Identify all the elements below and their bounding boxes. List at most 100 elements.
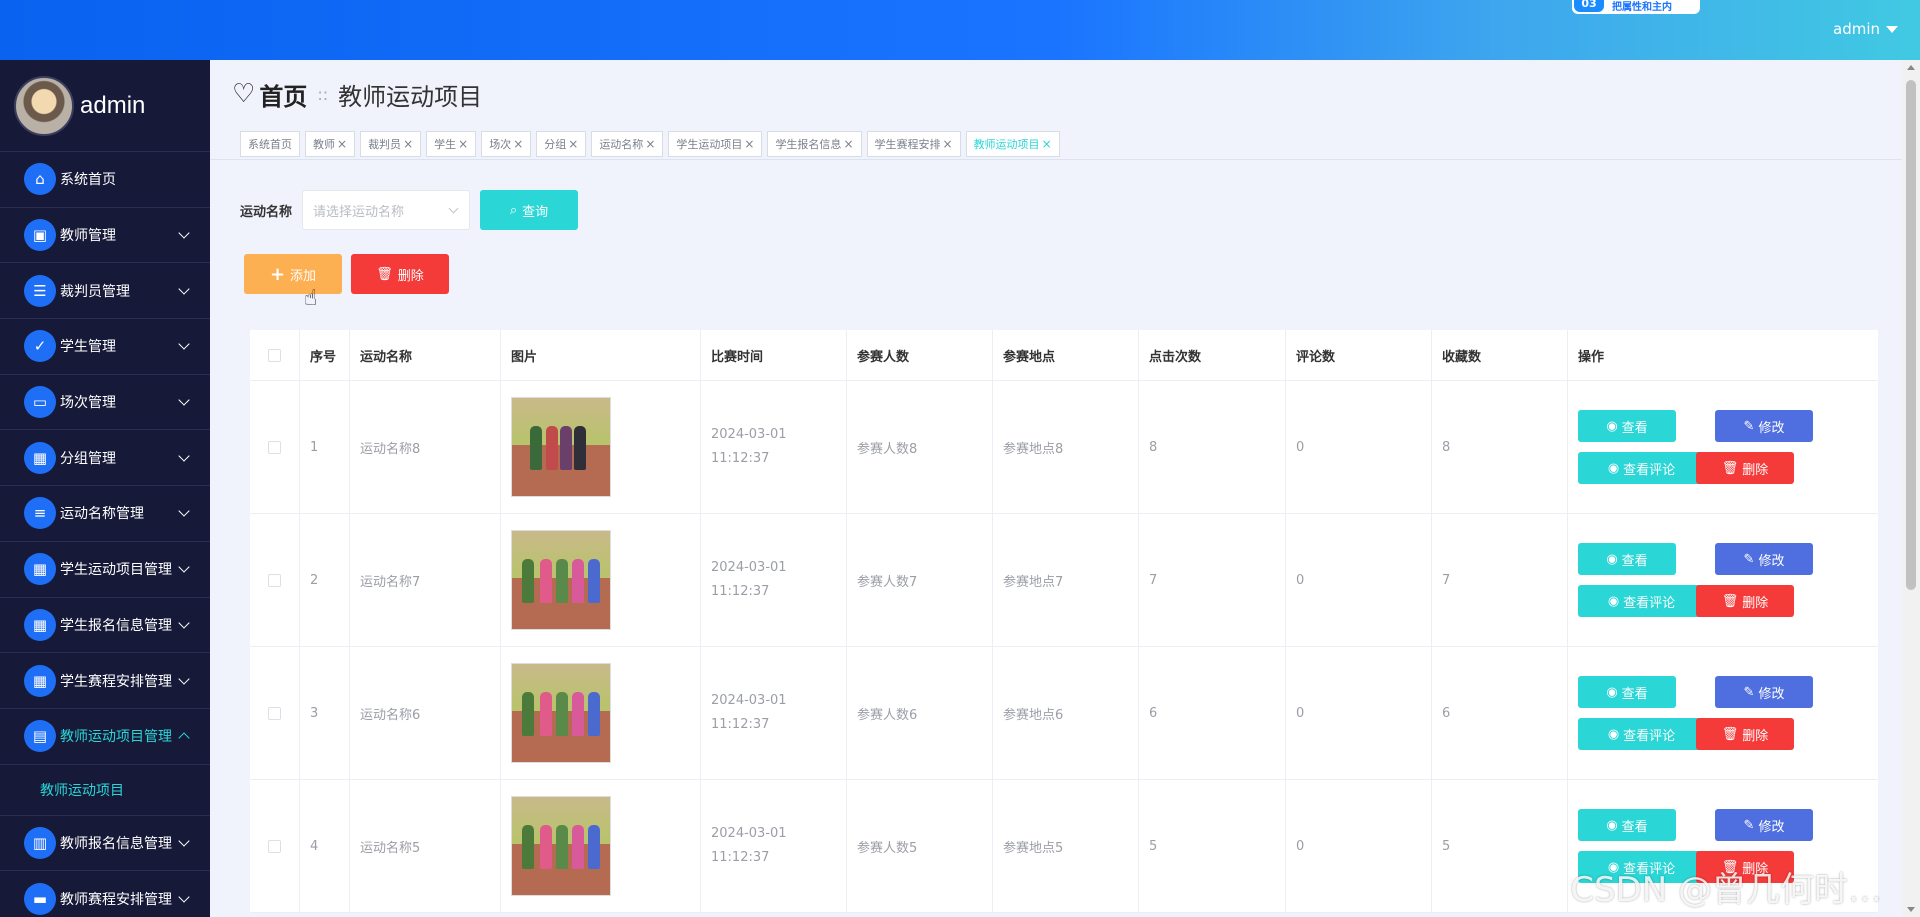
- tag-label: 分组: [544, 137, 567, 151]
- view-button[interactable]: ◉ 查看: [1578, 410, 1676, 442]
- edit-button[interactable]: ✎ 修改: [1715, 543, 1813, 575]
- badge-icon: 03: [1574, 0, 1604, 12]
- close-icon[interactable]: ×: [645, 137, 655, 151]
- tab-tag-3[interactable]: 学生 ×: [426, 130, 477, 157]
- photo-runner: [588, 559, 600, 603]
- sidebar-item-1[interactable]: ▣ 教师管理: [0, 208, 210, 264]
- tag-label: 运动名称: [599, 137, 644, 151]
- close-icon[interactable]: ×: [403, 137, 413, 151]
- close-icon[interactable]: ×: [943, 137, 953, 151]
- edit-button-label: 修改: [1758, 553, 1785, 569]
- edit-button[interactable]: ✎ 修改: [1715, 676, 1813, 708]
- plus-icon: +: [269, 263, 286, 285]
- view-button[interactable]: ◉ 查看: [1578, 676, 1676, 708]
- sidebar-item-7[interactable]: ▦ 学生运动项目管理: [0, 542, 210, 598]
- view-button-label: 查看: [1621, 420, 1648, 436]
- row-checkbox[interactable]: [268, 573, 281, 587]
- sidebar-item-10[interactable]: ▤ 教师运动项目管理: [0, 709, 210, 765]
- edit-button-label: 修改: [1758, 819, 1785, 835]
- breadcrumb-home[interactable]: 首页: [259, 77, 307, 112]
- sidebar-item-5[interactable]: ▦ 分组管理: [0, 430, 210, 487]
- user-menu[interactable]: admin: [1833, 20, 1898, 38]
- add-button[interactable]: + 添加: [244, 254, 342, 294]
- view-button[interactable]: ◉ 查看: [1578, 809, 1676, 841]
- tab-tag-10[interactable]: 教师运动项目 ×: [965, 130, 1060, 157]
- sidebar-item-3[interactable]: ✓ 学生管理: [0, 319, 210, 375]
- view-comments-button[interactable]: ◉ 查看评论: [1578, 718, 1705, 750]
- sidebar-item-4[interactable]: ▭ 场次管理: [0, 375, 210, 431]
- tab-tag-2[interactable]: 裁判员 ×: [360, 130, 422, 157]
- eye-icon: ◉: [1606, 684, 1618, 700]
- cell-image: [501, 381, 701, 513]
- sidebar-item-12[interactable]: ▬ 教师赛程安排管理: [0, 871, 210, 917]
- query-button[interactable]: ⌕ 查询: [480, 190, 579, 230]
- page-title: 教师运动项目: [338, 82, 483, 111]
- scroll-up-icon[interactable]: [1907, 65, 1915, 70]
- tag-label: 教师: [313, 137, 335, 151]
- sidebar-item-label: 学生管理: [60, 339, 116, 356]
- close-icon[interactable]: ×: [568, 137, 578, 151]
- view-comments-button[interactable]: ◉ 查看评论: [1578, 452, 1705, 484]
- checkbox-cell: [250, 514, 300, 646]
- close-icon[interactable]: ×: [458, 137, 468, 151]
- scrollbar[interactable]: [1902, 60, 1920, 917]
- sidebar-item-9[interactable]: ▦ 学生赛程安排管理: [0, 653, 210, 709]
- close-icon[interactable]: ×: [1042, 137, 1052, 151]
- avatar[interactable]: [14, 75, 74, 136]
- photo-runner: [556, 692, 568, 736]
- sidebar-item-11[interactable]: ▥ 教师报名信息管理: [0, 816, 210, 872]
- cell-time: 2024-03-01 11:12:37: [701, 381, 847, 513]
- grid-icon: ▦: [24, 441, 56, 474]
- edit-button[interactable]: ✎ 修改: [1715, 809, 1813, 841]
- grid-icon: ▦: [24, 608, 56, 641]
- delete-button[interactable]: 🗑 删除: [1696, 452, 1794, 484]
- sport-name-select[interactable]: 请选择运动名称: [302, 190, 471, 230]
- sport-photo: [511, 397, 611, 497]
- cell-index: 2: [300, 514, 350, 646]
- tab-tag-7[interactable]: 学生运动项目 ×: [668, 130, 763, 157]
- batch-delete-button[interactable]: 🗑 删除: [351, 254, 449, 294]
- sidebar-item-8[interactable]: ▦ 学生报名信息管理: [0, 598, 210, 654]
- view-button[interactable]: ◉ 查看: [1578, 543, 1676, 575]
- row-checkbox[interactable]: [268, 440, 281, 454]
- chevron-down-icon: [178, 450, 190, 462]
- submenu-item-teacher-sport[interactable]: 教师运动项目: [0, 765, 210, 816]
- cell-comments: 0: [1286, 647, 1432, 779]
- sidebar-item-label: 运动名称管理: [60, 506, 144, 523]
- column-header: 评论数: [1286, 330, 1432, 380]
- scrollbar-thumb[interactable]: [1906, 80, 1916, 590]
- trash-icon: 🗑: [376, 266, 393, 282]
- edit-button[interactable]: ✎ 修改: [1715, 410, 1813, 442]
- column-header: 比赛时间: [701, 330, 847, 380]
- sidebar-item-2[interactable]: ☰ 裁判员管理: [0, 263, 210, 320]
- close-icon[interactable]: ×: [513, 137, 523, 151]
- select-all-checkbox[interactable]: [268, 348, 281, 362]
- close-icon[interactable]: ×: [744, 137, 754, 151]
- tab-tag-4[interactable]: 场次 ×: [481, 130, 532, 157]
- delete-button-label: 删除: [1742, 595, 1769, 611]
- tab-tag-8[interactable]: 学生报名信息 ×: [767, 130, 862, 157]
- tab-tag-9[interactable]: 学生赛程安排 ×: [866, 130, 961, 157]
- row-checkbox[interactable]: [268, 839, 281, 853]
- sidebar-item-6[interactable]: ≡ 运动名称管理: [0, 486, 210, 542]
- trash-icon: 🗑: [1721, 726, 1739, 742]
- delete-button[interactable]: 🗑 删除: [1696, 718, 1794, 750]
- delete-button[interactable]: 🗑 删除: [1696, 585, 1794, 617]
- tab-tag-1[interactable]: 教师 ×: [305, 130, 356, 157]
- column-header: 点击次数: [1139, 330, 1286, 380]
- row-checkbox[interactable]: [268, 706, 281, 720]
- tab-tag-5[interactable]: 分组 ×: [536, 130, 587, 157]
- view-comments-button[interactable]: ◉ 查看评论: [1578, 585, 1705, 617]
- search-icon: ⌕: [509, 202, 518, 218]
- tab-tag-6[interactable]: 运动名称 ×: [591, 130, 664, 157]
- sidebar-item-0[interactable]: ⌂ 系统首页: [0, 152, 210, 208]
- sidebar-menu: ⌂ 系统首页 ▣ 教师管理 ☰ 裁判员管理 ✓ 学生管理 ▭ 场次管理 ▦ 分组管理 ≡ 运动名称管理 ▦ 学…: [0, 152, 210, 917]
- data-table: 序号 运动名称 图片 比赛时间 参赛人数 参赛地点 点击次数 评论数 收藏数 操作 1 运动名称8 20…: [250, 330, 1878, 913]
- photo-runner: [522, 692, 534, 736]
- scroll-down-icon[interactable]: [1907, 907, 1915, 912]
- close-icon[interactable]: ×: [843, 137, 853, 151]
- close-icon[interactable]: ×: [337, 137, 347, 151]
- watermark: CSDN @曾几何时…: [1570, 870, 1882, 910]
- tab-tag-0[interactable]: 系统首页: [240, 130, 300, 157]
- tag-label: 裁判员: [368, 137, 402, 151]
